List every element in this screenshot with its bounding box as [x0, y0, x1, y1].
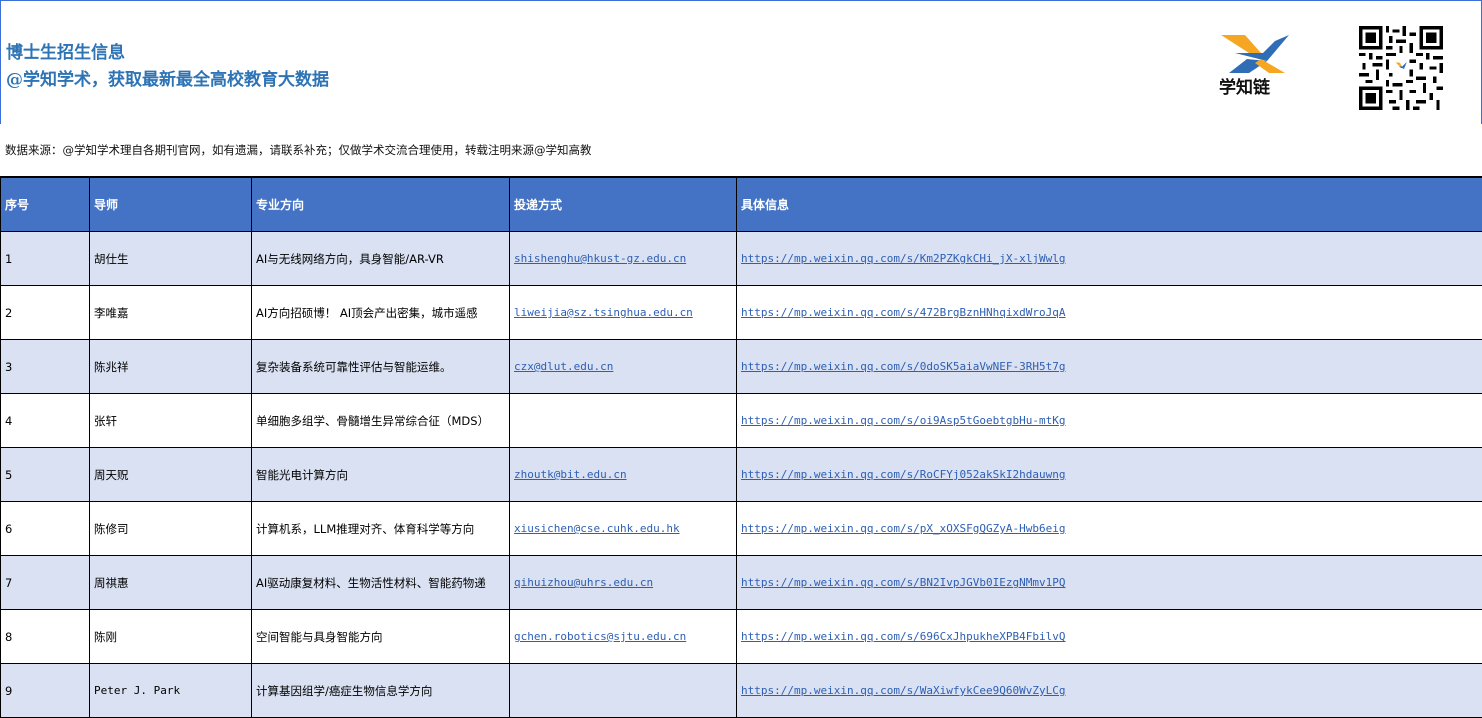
research-field: AI方向招硕博！ AI顶会产出密集，城市遥感: [252, 286, 510, 340]
email-link[interactable]: [510, 664, 737, 718]
advisor-name: 胡仕生: [90, 232, 252, 286]
qr-code-icon: [1353, 26, 1449, 110]
table-row: 9 Peter J. Park 计算基因组学/癌症生物信息学方向 https:/…: [1, 664, 1482, 718]
column-header-details: 具体信息: [737, 178, 1482, 232]
research-field: 单细胞多组学、骨髓增生异常综合征（MDS）: [252, 394, 510, 448]
page-header: 博士生招生信息 @学知学术，获取最新最全高校教育大数据 学知链: [0, 0, 1482, 125]
column-header-contact: 投递方式: [510, 178, 737, 232]
table-row: 3 陈兆祥 复杂装备系统可靠性评估与智能运维。 czx@dlut.edu.cn …: [1, 340, 1482, 394]
email-link[interactable]: shishenghu@hkust-gz.edu.cn: [510, 232, 737, 286]
advisor-name: 周祺惠: [90, 556, 252, 610]
row-number: 8: [1, 610, 90, 664]
table-row: 7 周祺惠 AI驱动康复材料、生物活性材料、智能药物递 qihuizhou@uh…: [1, 556, 1482, 610]
details-link[interactable]: https://mp.weixin.qq.com/s/472BrgBznHNhq…: [737, 286, 1482, 340]
research-field: AI与无线网络方向，具身智能/AR-VR: [252, 232, 510, 286]
row-number: 1: [1, 232, 90, 286]
admissions-table: 序号 导师 专业方向 投递方式 具体信息 1 胡仕生 AI与无线网络方向，具身智…: [0, 177, 1482, 718]
table-header-row: 序号 导师 专业方向 投递方式 具体信息: [1, 178, 1482, 232]
data-source-note: 数据来源：@学知学术理自各期刊官网，如有遗漏，请联系补充；仅做学术交流合理使用，…: [0, 124, 1482, 177]
logo-text: 学知链: [1219, 73, 1270, 98]
table-row: 6 陈修司 计算机系，LLM推理对齐、体育科学等方向 xiusichen@cse…: [1, 502, 1482, 556]
row-number: 6: [1, 502, 90, 556]
research-field: 空间智能与具身智能方向: [252, 610, 510, 664]
details-link[interactable]: https://mp.weixin.qq.com/s/oi9Asp5tGoebt…: [737, 394, 1482, 448]
row-number: 3: [1, 340, 90, 394]
email-link[interactable]: xiusichen@cse.cuhk.edu.hk: [510, 502, 737, 556]
advisor-name: 陈兆祥: [90, 340, 252, 394]
advisor-name: 李唯嘉: [90, 286, 252, 340]
details-link[interactable]: https://mp.weixin.qq.com/s/Km2PZKgkCHi_j…: [737, 232, 1482, 286]
email-link[interactable]: czx@dlut.edu.cn: [510, 340, 737, 394]
details-link[interactable]: https://mp.weixin.qq.com/s/RoCFYj052akSk…: [737, 448, 1482, 502]
details-link[interactable]: https://mp.weixin.qq.com/s/0doSK5aiaVwNE…: [737, 340, 1482, 394]
data-source-text: 数据来源：@学知学术理自各期刊官网，如有遗漏，请联系补充；仅做学术交流合理使用，…: [5, 142, 592, 158]
email-link[interactable]: gchen.robotics@sjtu.edu.cn: [510, 610, 737, 664]
research-field: 复杂装备系统可靠性评估与智能运维。: [252, 340, 510, 394]
details-link[interactable]: https://mp.weixin.qq.com/s/BN2IvpJGVb0IE…: [737, 556, 1482, 610]
column-header-field: 专业方向: [252, 178, 510, 232]
table-row: 2 李唯嘉 AI方向招硕博！ AI顶会产出密集，城市遥感 liweijia@sz…: [1, 286, 1482, 340]
row-number: 7: [1, 556, 90, 610]
research-field: AI驱动康复材料、生物活性材料、智能药物递: [252, 556, 510, 610]
table-row: 4 张轩 单细胞多组学、骨髓增生异常综合征（MDS） https://mp.we…: [1, 394, 1482, 448]
email-link[interactable]: liweijia@sz.tsinghua.edu.cn: [510, 286, 737, 340]
column-header-no: 序号: [1, 178, 90, 232]
table-row: 8 陈刚 空间智能与具身智能方向 gchen.robotics@sjtu.edu…: [1, 610, 1482, 664]
details-link[interactable]: https://mp.weixin.qq.com/s/WaXiwfykCee9Q…: [737, 664, 1482, 718]
research-field: 计算基因组学/癌症生物信息学方向: [252, 664, 510, 718]
row-number: 2: [1, 286, 90, 340]
details-link[interactable]: https://mp.weixin.qq.com/s/696CxJhpukheX…: [737, 610, 1482, 664]
advisor-name: 陈修司: [90, 502, 252, 556]
research-field: 计算机系，LLM推理对齐、体育科学等方向: [252, 502, 510, 556]
details-link[interactable]: https://mp.weixin.qq.com/s/pX_xOXSFgQGZy…: [737, 502, 1482, 556]
advisor-name: 周天贶: [90, 448, 252, 502]
row-number: 4: [1, 394, 90, 448]
advisor-name: 张轩: [90, 394, 252, 448]
page-subtitle: @学知学术，获取最新最全高校教育大数据: [6, 65, 329, 90]
email-link[interactable]: zhoutk@bit.edu.cn: [510, 448, 737, 502]
advisor-name: Peter J. Park: [90, 664, 252, 718]
table-row: 5 周天贶 智能光电计算方向 zhoutk@bit.edu.cn https:/…: [1, 448, 1482, 502]
research-field: 智能光电计算方向: [252, 448, 510, 502]
email-link[interactable]: [510, 394, 737, 448]
page-title: 博士生招生信息: [6, 38, 125, 63]
column-header-advisor: 导师: [90, 178, 252, 232]
email-link[interactable]: qihuizhou@uhrs.edu.cn: [510, 556, 737, 610]
advisor-name: 陈刚: [90, 610, 252, 664]
row-number: 9: [1, 664, 90, 718]
table-row: 1 胡仕生 AI与无线网络方向，具身智能/AR-VR shishenghu@hk…: [1, 232, 1482, 286]
row-number: 5: [1, 448, 90, 502]
